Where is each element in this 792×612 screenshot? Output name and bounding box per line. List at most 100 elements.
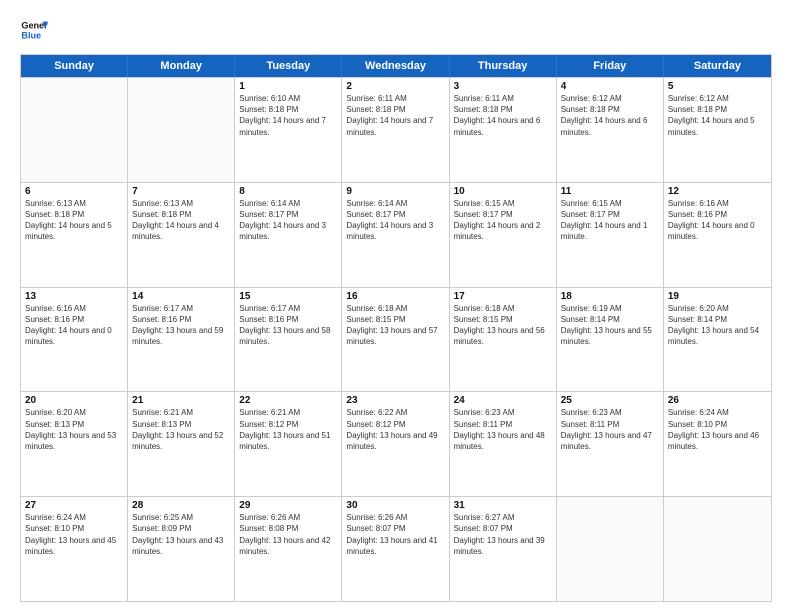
calendar-day-29: 29Sunrise: 6:26 AM Sunset: 8:08 PM Dayli… [235, 497, 342, 601]
day-number: 23 [346, 395, 444, 406]
weekday-header-saturday: Saturday [664, 55, 771, 77]
day-number: 17 [454, 291, 552, 302]
calendar-day-22: 22Sunrise: 6:21 AM Sunset: 8:12 PM Dayli… [235, 392, 342, 496]
calendar-day-21: 21Sunrise: 6:21 AM Sunset: 8:13 PM Dayli… [128, 392, 235, 496]
calendar-row-3: 13Sunrise: 6:16 AM Sunset: 8:16 PM Dayli… [21, 287, 771, 392]
header: General Blue [20, 16, 772, 44]
day-info: Sunrise: 6:10 AM Sunset: 8:18 PM Dayligh… [239, 93, 337, 138]
day-info: Sunrise: 6:25 AM Sunset: 8:09 PM Dayligh… [132, 512, 230, 557]
calendar-day-7: 7Sunrise: 6:13 AM Sunset: 8:18 PM Daylig… [128, 183, 235, 287]
calendar-day-24: 24Sunrise: 6:23 AM Sunset: 8:11 PM Dayli… [450, 392, 557, 496]
calendar-day-28: 28Sunrise: 6:25 AM Sunset: 8:09 PM Dayli… [128, 497, 235, 601]
calendar-day-6: 6Sunrise: 6:13 AM Sunset: 8:18 PM Daylig… [21, 183, 128, 287]
day-info: Sunrise: 6:12 AM Sunset: 8:18 PM Dayligh… [561, 93, 659, 138]
day-number: 30 [346, 500, 444, 511]
day-number: 9 [346, 186, 444, 197]
day-info: Sunrise: 6:27 AM Sunset: 8:07 PM Dayligh… [454, 512, 552, 557]
day-number: 1 [239, 81, 337, 92]
calendar-day-12: 12Sunrise: 6:16 AM Sunset: 8:16 PM Dayli… [664, 183, 771, 287]
calendar-day-2: 2Sunrise: 6:11 AM Sunset: 8:18 PM Daylig… [342, 78, 449, 182]
day-number: 15 [239, 291, 337, 302]
calendar-day-14: 14Sunrise: 6:17 AM Sunset: 8:16 PM Dayli… [128, 288, 235, 392]
day-info: Sunrise: 6:17 AM Sunset: 8:16 PM Dayligh… [239, 303, 337, 348]
day-number: 2 [346, 81, 444, 92]
day-number: 4 [561, 81, 659, 92]
day-info: Sunrise: 6:14 AM Sunset: 8:17 PM Dayligh… [346, 198, 444, 243]
day-info: Sunrise: 6:20 AM Sunset: 8:13 PM Dayligh… [25, 407, 123, 452]
day-info: Sunrise: 6:13 AM Sunset: 8:18 PM Dayligh… [25, 198, 123, 243]
day-info: Sunrise: 6:15 AM Sunset: 8:17 PM Dayligh… [561, 198, 659, 243]
calendar-day-13: 13Sunrise: 6:16 AM Sunset: 8:16 PM Dayli… [21, 288, 128, 392]
calendar-day-empty [557, 497, 664, 601]
day-info: Sunrise: 6:23 AM Sunset: 8:11 PM Dayligh… [561, 407, 659, 452]
svg-text:Blue: Blue [21, 30, 41, 40]
calendar-day-empty [128, 78, 235, 182]
day-info: Sunrise: 6:15 AM Sunset: 8:17 PM Dayligh… [454, 198, 552, 243]
calendar-day-17: 17Sunrise: 6:18 AM Sunset: 8:15 PM Dayli… [450, 288, 557, 392]
calendar-day-16: 16Sunrise: 6:18 AM Sunset: 8:15 PM Dayli… [342, 288, 449, 392]
calendar-day-18: 18Sunrise: 6:19 AM Sunset: 8:14 PM Dayli… [557, 288, 664, 392]
weekday-header-tuesday: Tuesday [235, 55, 342, 77]
day-number: 11 [561, 186, 659, 197]
calendar-day-8: 8Sunrise: 6:14 AM Sunset: 8:17 PM Daylig… [235, 183, 342, 287]
day-number: 10 [454, 186, 552, 197]
day-info: Sunrise: 6:16 AM Sunset: 8:16 PM Dayligh… [25, 303, 123, 348]
logo-icon: General Blue [20, 16, 48, 44]
day-number: 12 [668, 186, 767, 197]
page: General Blue SundayMondayTuesdayWednesda… [0, 0, 792, 612]
calendar-day-15: 15Sunrise: 6:17 AM Sunset: 8:16 PM Dayli… [235, 288, 342, 392]
day-info: Sunrise: 6:18 AM Sunset: 8:15 PM Dayligh… [454, 303, 552, 348]
day-number: 22 [239, 395, 337, 406]
day-number: 19 [668, 291, 767, 302]
day-info: Sunrise: 6:17 AM Sunset: 8:16 PM Dayligh… [132, 303, 230, 348]
day-number: 28 [132, 500, 230, 511]
calendar-day-4: 4Sunrise: 6:12 AM Sunset: 8:18 PM Daylig… [557, 78, 664, 182]
calendar-day-26: 26Sunrise: 6:24 AM Sunset: 8:10 PM Dayli… [664, 392, 771, 496]
day-number: 8 [239, 186, 337, 197]
day-number: 29 [239, 500, 337, 511]
calendar: SundayMondayTuesdayWednesdayThursdayFrid… [20, 54, 772, 602]
day-info: Sunrise: 6:21 AM Sunset: 8:13 PM Dayligh… [132, 407, 230, 452]
day-info: Sunrise: 6:12 AM Sunset: 8:18 PM Dayligh… [668, 93, 767, 138]
day-info: Sunrise: 6:18 AM Sunset: 8:15 PM Dayligh… [346, 303, 444, 348]
weekday-header-thursday: Thursday [450, 55, 557, 77]
day-number: 6 [25, 186, 123, 197]
day-number: 14 [132, 291, 230, 302]
calendar-day-30: 30Sunrise: 6:26 AM Sunset: 8:07 PM Dayli… [342, 497, 449, 601]
weekday-header-monday: Monday [128, 55, 235, 77]
calendar-day-9: 9Sunrise: 6:14 AM Sunset: 8:17 PM Daylig… [342, 183, 449, 287]
logo: General Blue [20, 16, 48, 44]
day-info: Sunrise: 6:14 AM Sunset: 8:17 PM Dayligh… [239, 198, 337, 243]
day-number: 16 [346, 291, 444, 302]
calendar-day-27: 27Sunrise: 6:24 AM Sunset: 8:10 PM Dayli… [21, 497, 128, 601]
weekday-header-sunday: Sunday [21, 55, 128, 77]
day-info: Sunrise: 6:26 AM Sunset: 8:08 PM Dayligh… [239, 512, 337, 557]
calendar-day-19: 19Sunrise: 6:20 AM Sunset: 8:14 PM Dayli… [664, 288, 771, 392]
day-info: Sunrise: 6:20 AM Sunset: 8:14 PM Dayligh… [668, 303, 767, 348]
calendar-day-empty [664, 497, 771, 601]
day-number: 7 [132, 186, 230, 197]
day-number: 21 [132, 395, 230, 406]
weekday-header-friday: Friday [557, 55, 664, 77]
day-info: Sunrise: 6:11 AM Sunset: 8:18 PM Dayligh… [454, 93, 552, 138]
calendar-day-1: 1Sunrise: 6:10 AM Sunset: 8:18 PM Daylig… [235, 78, 342, 182]
calendar-day-3: 3Sunrise: 6:11 AM Sunset: 8:18 PM Daylig… [450, 78, 557, 182]
day-number: 5 [668, 81, 767, 92]
day-info: Sunrise: 6:24 AM Sunset: 8:10 PM Dayligh… [25, 512, 123, 557]
day-number: 3 [454, 81, 552, 92]
calendar-day-5: 5Sunrise: 6:12 AM Sunset: 8:18 PM Daylig… [664, 78, 771, 182]
day-number: 27 [25, 500, 123, 511]
calendar-day-25: 25Sunrise: 6:23 AM Sunset: 8:11 PM Dayli… [557, 392, 664, 496]
calendar-day-20: 20Sunrise: 6:20 AM Sunset: 8:13 PM Dayli… [21, 392, 128, 496]
day-info: Sunrise: 6:16 AM Sunset: 8:16 PM Dayligh… [668, 198, 767, 243]
day-number: 24 [454, 395, 552, 406]
day-info: Sunrise: 6:22 AM Sunset: 8:12 PM Dayligh… [346, 407, 444, 452]
day-number: 31 [454, 500, 552, 511]
calendar-row-5: 27Sunrise: 6:24 AM Sunset: 8:10 PM Dayli… [21, 496, 771, 601]
day-info: Sunrise: 6:13 AM Sunset: 8:18 PM Dayligh… [132, 198, 230, 243]
calendar-day-empty [21, 78, 128, 182]
calendar-body: 1Sunrise: 6:10 AM Sunset: 8:18 PM Daylig… [21, 77, 771, 601]
calendar-row-2: 6Sunrise: 6:13 AM Sunset: 8:18 PM Daylig… [21, 182, 771, 287]
day-info: Sunrise: 6:11 AM Sunset: 8:18 PM Dayligh… [346, 93, 444, 138]
calendar-row-1: 1Sunrise: 6:10 AM Sunset: 8:18 PM Daylig… [21, 77, 771, 182]
